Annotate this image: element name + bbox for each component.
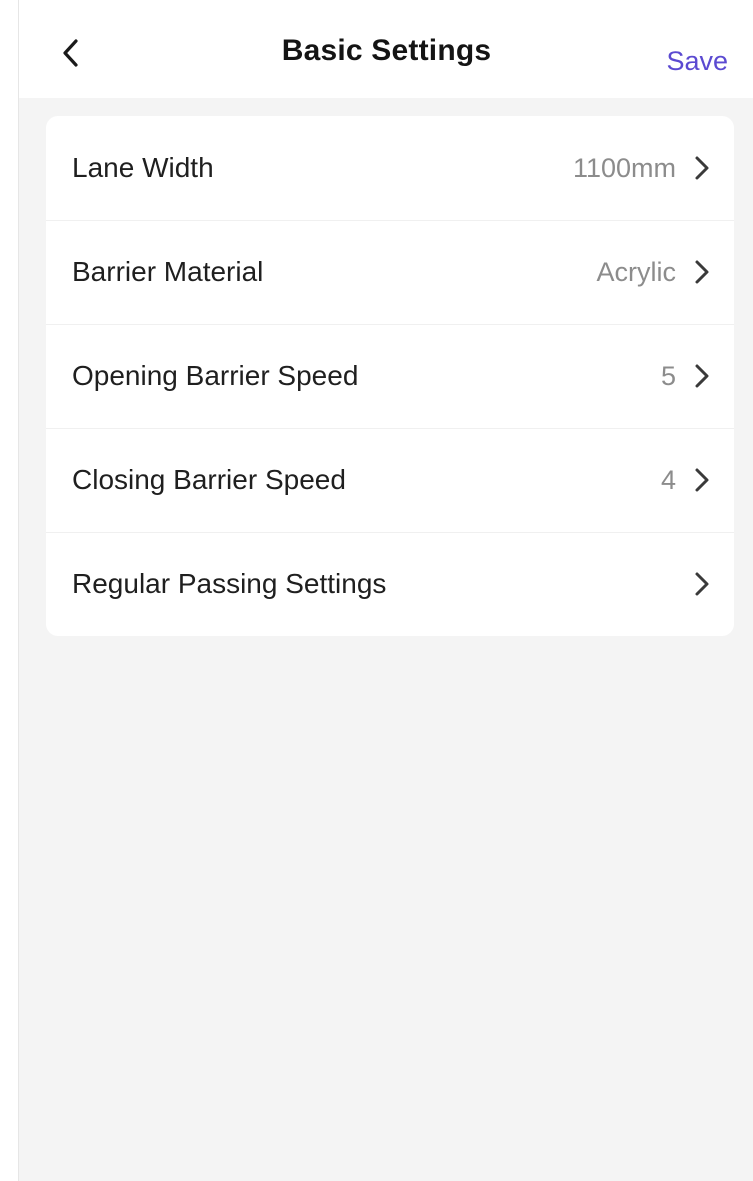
settings-list: Lane Width 1100mm Barrier Material Acryl… xyxy=(46,116,734,636)
row-value: 1100mm xyxy=(572,152,676,183)
settings-screen: Basic Settings Save Lane Width 1100mm Ba… xyxy=(18,0,753,1181)
row-label: Closing Barrier Speed xyxy=(72,464,346,495)
row-label: Lane Width xyxy=(72,152,214,183)
row-value: 5 xyxy=(660,360,676,391)
row-value: Acrylic xyxy=(596,256,677,287)
save-button[interactable]: Save xyxy=(666,46,728,77)
chevron-right-icon xyxy=(690,569,714,599)
settings-row-regular-passing-settings[interactable]: Regular Passing Settings xyxy=(46,532,734,636)
row-label: Regular Passing Settings xyxy=(72,568,387,599)
chevron-right-icon xyxy=(690,153,714,183)
row-label: Opening Barrier Speed xyxy=(72,360,359,391)
settings-row-closing-barrier-speed[interactable]: Closing Barrier Speed 4 xyxy=(46,428,734,532)
page-title: Basic Settings xyxy=(281,34,492,67)
row-label: Barrier Material xyxy=(72,256,264,287)
settings-row-barrier-material[interactable]: Barrier Material Acrylic xyxy=(46,220,734,324)
chevron-right-icon xyxy=(690,361,714,391)
row-value: 4 xyxy=(660,464,676,495)
settings-row-opening-barrier-speed[interactable]: Opening Barrier Speed 5 xyxy=(46,324,734,428)
header-bar: Basic Settings Save xyxy=(19,0,753,98)
chevron-right-icon xyxy=(690,465,714,495)
chevron-right-icon xyxy=(690,257,714,287)
settings-row-lane-width[interactable]: Lane Width 1100mm xyxy=(46,116,734,220)
